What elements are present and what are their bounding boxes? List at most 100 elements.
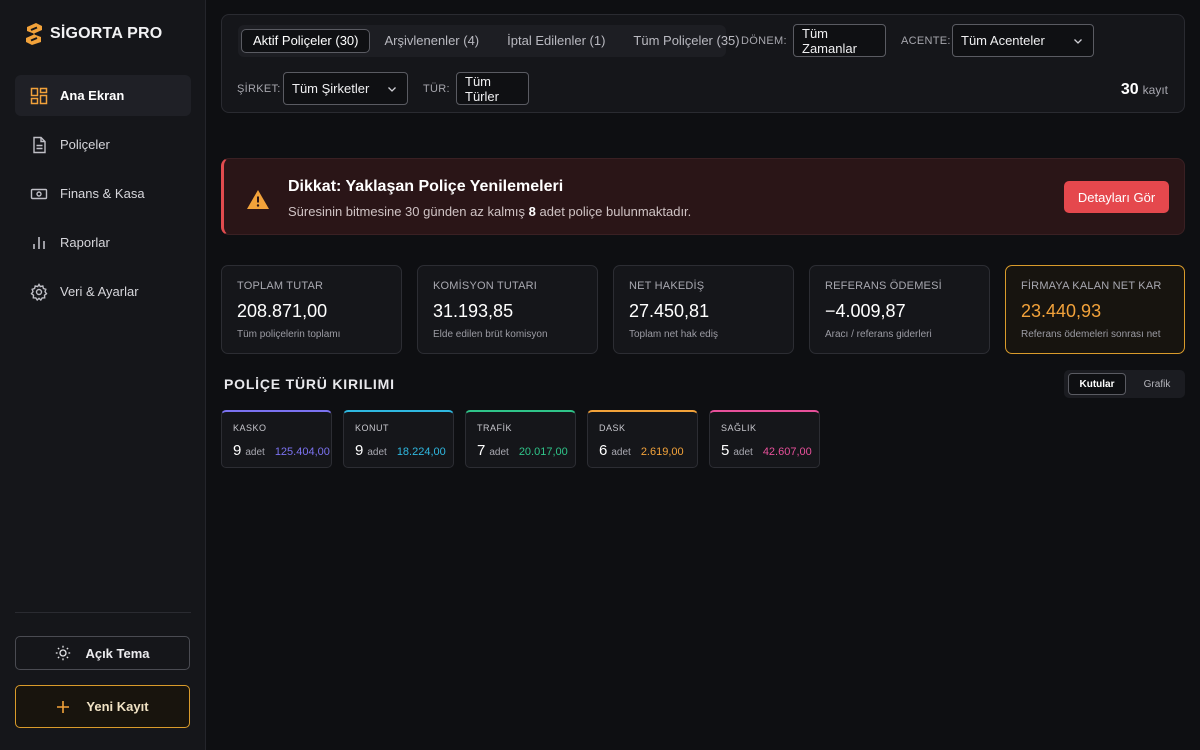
app-name: SİGORTA PRO xyxy=(50,25,163,42)
sidebar-item-policies[interactable]: Poliçeler xyxy=(15,124,191,165)
filter-panel: Aktif Poliçeler (30) Arşivlenenler (4) İ… xyxy=(221,14,1185,113)
kpi-subtitle: Aracı / referans giderleri xyxy=(825,329,932,340)
tab-archived[interactable]: Arşivlenenler (4) xyxy=(370,29,493,53)
sidebar-item-label: Veri & Ayarlar xyxy=(60,284,139,299)
sidebar-divider xyxy=(15,612,191,613)
policy-type-amount: 18.224,00 xyxy=(396,446,446,458)
policy-type-stats: 9 adet 18.224,00 xyxy=(355,442,446,459)
cash-icon xyxy=(30,188,48,199)
gear-icon xyxy=(30,282,48,301)
app-logo[interactable]: SİGORTA PRO xyxy=(24,22,162,46)
policy-type-card[interactable]: DASK 6 adet 2.619,00 xyxy=(587,410,698,468)
kpi-subtitle: Toplam net hak ediş xyxy=(629,329,718,340)
policy-type-stats: 9 adet 125.404,00 xyxy=(233,442,330,459)
policy-type-label: DASK xyxy=(599,423,626,433)
policy-type-amount: 2.619,00 xyxy=(640,446,684,458)
status-tabs: Aktif Poliçeler (30) Arşivlenenler (4) İ… xyxy=(238,25,740,57)
policy-type-unit: adet xyxy=(489,447,509,458)
sidebar-item-label: Poliçeler xyxy=(60,137,110,152)
type-filter-value: Tüm Türler xyxy=(465,73,499,104)
policy-type-label: TRAFİK xyxy=(477,423,513,433)
chevron-down-icon xyxy=(388,87,396,92)
policy-type-card[interactable]: KASKO 9 adet 125.404,00 xyxy=(221,410,332,468)
policy-type-unit: adet xyxy=(367,447,387,458)
theme-toggle-button[interactable]: Açık Tema xyxy=(15,636,190,670)
kpi-subtitle: Referans ödemeleri sonrası net xyxy=(1021,329,1161,340)
kpi-label: FİRMAYA KALAN NET KAR xyxy=(1021,280,1162,292)
kpi-value: 208.871,00 xyxy=(237,301,328,321)
sidebar-item-dashboard[interactable]: Ana Ekran xyxy=(15,75,191,116)
kpi-net-earnings: NET HAKEDİŞ 27.450,81 Toplam net hak edi… xyxy=(613,265,794,354)
dashboard-icon xyxy=(30,87,48,104)
kpi-label: REFERANS ÖDEMESİ xyxy=(825,280,942,292)
sidebar-item-reports[interactable]: Raporlar xyxy=(15,222,191,263)
company-filter-label: ŞİRKET: xyxy=(237,83,281,95)
sidebar-item-label: Ana Ekran xyxy=(60,88,125,103)
kpi-value: 23.440,93 xyxy=(1021,301,1102,321)
sidebar-item-finance[interactable]: Finans & Kasa xyxy=(15,173,191,214)
sidebar-item-label: Raporlar xyxy=(60,235,110,250)
tab-cancelled[interactable]: İptal Edilenler (1) xyxy=(493,29,619,53)
kpi-label: NET HAKEDİŞ xyxy=(629,280,705,292)
kpi-total-amount: TOPLAM TUTAR 208.871,00 Tüm poliçelerin … xyxy=(221,265,402,354)
policy-type-label: KASKO xyxy=(233,423,267,433)
renewal-alert: Dikkat: Yaklaşan Poliçe Yenilemeleri Sür… xyxy=(221,158,1185,235)
kpi-label: KOMİSYON TUTARI xyxy=(433,280,538,292)
policy-type-stats: 5 adet 42.607,00 xyxy=(721,442,812,459)
kpi-value: 31.193,85 xyxy=(433,301,514,321)
policy-type-count: 9 xyxy=(355,442,364,459)
kpi-subtitle: Tüm poliçelerin toplamı xyxy=(237,329,341,340)
type-filter-label: TÜR: xyxy=(423,83,450,95)
record-count-value: 30 xyxy=(1120,81,1139,98)
period-filter-value: Tüm Zamanlar xyxy=(802,25,857,56)
alert-text-after: adet poliçe bulunmaktadır. xyxy=(539,204,692,219)
plus-icon xyxy=(57,700,70,713)
kpi-referral-payment: REFERANS ÖDEMESİ −4.009,87 Aracı / refer… xyxy=(809,265,990,354)
alert-count: 8 xyxy=(528,204,536,219)
record-count: 30 kayıt xyxy=(1121,81,1168,99)
sidebar-item-label: Finans & Kasa xyxy=(60,186,145,201)
policy-type-count: 6 xyxy=(599,442,608,459)
policy-type-card[interactable]: SAĞLIK 5 adet 42.607,00 xyxy=(709,410,820,468)
tab-all-policies[interactable]: Tüm Poliçeler (35) xyxy=(619,29,753,53)
view-chart-button[interactable]: Grafik xyxy=(1132,373,1182,395)
new-record-button[interactable]: Yeni Kayıt xyxy=(15,685,190,728)
kpi-value: 27.450,81 xyxy=(629,301,710,321)
kpi-net-profit: FİRMAYA KALAN NET KAR 23.440,93 Referans… xyxy=(1005,265,1185,354)
sun-icon xyxy=(56,645,71,661)
view-toggle: Kutular Grafik xyxy=(1064,370,1185,398)
agency-filter-label: ACENTE: xyxy=(901,35,951,47)
agency-filter-select[interactable]: Tüm Acenteler xyxy=(952,24,1094,57)
policy-type-unit: adet xyxy=(245,447,265,458)
policy-type-unit: adet xyxy=(611,447,631,458)
alert-text-before: Süresinin bitmesine 30 günden az kalmış xyxy=(288,204,526,219)
bar-chart-icon xyxy=(33,236,45,249)
policy-type-label: SAĞLIK xyxy=(721,423,757,433)
period-filter-select[interactable]: Tüm Zamanlar xyxy=(793,24,886,57)
alert-title: Dikkat: Yaklaşan Poliçe Yenilemeleri xyxy=(288,178,564,195)
chevron-down-icon xyxy=(1074,39,1082,44)
sidebar-nav: Ana Ekran Poliçeler Finans & Kasa Raporl… xyxy=(15,75,191,320)
policy-type-card[interactable]: KONUT 9 adet 18.224,00 xyxy=(343,410,454,468)
period-filter-label: DÖNEM: xyxy=(741,35,787,47)
sidebar: SİGORTA PRO Ana Ekran Poliçeler Finans &… xyxy=(0,0,206,750)
type-filter-select[interactable]: Tüm Türler xyxy=(456,72,529,105)
sidebar-item-settings[interactable]: Veri & Ayarlar xyxy=(15,271,191,312)
policy-type-card[interactable]: TRAFİK 7 adet 20.017,00 xyxy=(465,410,576,468)
kpi-commission: KOMİSYON TUTARI 31.193,85 Elde edilen br… xyxy=(417,265,598,354)
policy-type-count: 9 xyxy=(233,442,242,459)
company-filter-value: Tüm Şirketler xyxy=(292,81,370,96)
theme-toggle-label: Açık Tema xyxy=(85,645,150,661)
policy-type-stats: 7 adet 20.017,00 xyxy=(477,442,568,459)
kpi-label: TOPLAM TUTAR xyxy=(237,280,324,292)
logo-s-icon xyxy=(26,23,42,45)
company-filter-select[interactable]: Tüm Şirketler xyxy=(283,72,408,105)
tab-active-policies[interactable]: Aktif Poliçeler (30) xyxy=(241,29,371,53)
agency-filter-value: Tüm Acenteler xyxy=(961,33,1045,48)
view-details-button[interactable]: Detayları Gör xyxy=(1064,181,1169,213)
policy-type-stats: 6 adet 2.619,00 xyxy=(599,442,684,459)
kpi-subtitle: Elde edilen brüt komisyon xyxy=(433,329,548,340)
warning-icon xyxy=(247,190,269,209)
view-boxes-button[interactable]: Kutular xyxy=(1068,373,1126,395)
policy-type-unit: adet xyxy=(733,447,753,458)
